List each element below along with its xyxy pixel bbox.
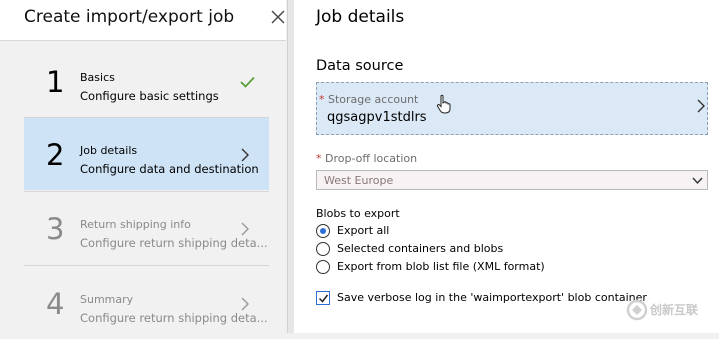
step-subtitle: Configure return shipping deta... (80, 236, 268, 250)
step-number: 2 (46, 138, 65, 172)
radio-label: Selected containers and blobs (337, 242, 504, 255)
checkmark-icon (240, 76, 255, 88)
storage-account-value: qgsagpv1stdlrs (327, 110, 427, 125)
step-title: Basics (80, 71, 115, 84)
step-number: 3 (46, 212, 65, 246)
step-subtitle: Configure data and destination (80, 162, 259, 176)
wizard-step-job-details[interactable]: 2 Job details Configure data and destina… (24, 118, 269, 190)
panel-divider (287, 0, 294, 333)
dropoff-location-select[interactable]: West Europe (316, 170, 708, 190)
radio-button[interactable] (316, 260, 330, 274)
step-title: Job details (80, 144, 138, 157)
checkmark-icon (318, 294, 328, 303)
wizard-title: Create import/export job (24, 7, 235, 27)
step-number: 4 (46, 287, 65, 321)
dropoff-location-label: * Drop-off location (316, 152, 418, 165)
storage-account-label: * Storage account (319, 93, 419, 106)
verbose-log-checkbox[interactable] (316, 291, 330, 305)
step-number: 1 (46, 65, 65, 99)
job-details-panel: Job details Data source * Storage accoun… (294, 0, 719, 333)
wizard-step-return-shipping[interactable]: 3 Return shipping info Configure return … (24, 192, 269, 264)
step-title: Summary (80, 293, 134, 306)
chevron-right-icon (697, 99, 705, 113)
step-subtitle: Configure return shipping deta... (80, 311, 268, 325)
required-asterisk: * (319, 93, 328, 106)
hand-cursor-icon (436, 94, 451, 114)
logo-icon (626, 299, 648, 321)
radio-button[interactable] (316, 242, 330, 256)
watermark-logo: 创新互联 (624, 296, 716, 324)
chevron-right-icon (241, 222, 249, 236)
radio-button[interactable] (316, 224, 330, 238)
section-title: Data source (316, 58, 404, 74)
page-title: Job details (316, 7, 405, 27)
step-divider (24, 265, 269, 266)
radio-label: Export from blob list file (XML format) (337, 260, 545, 273)
verbose-log-label: Save verbose log in the 'waimportexport'… (337, 291, 647, 304)
watermark-text: 创新互联 (650, 303, 699, 317)
chevron-right-icon (241, 148, 249, 162)
radio-label: Export all (337, 224, 390, 237)
step-title: Return shipping info (80, 218, 191, 231)
wizard-header: Create import/export job (0, 0, 286, 41)
dropoff-location-value: West Europe (324, 174, 394, 187)
wizard-step-basics[interactable]: 1 Basics Configure basic settings (24, 45, 269, 117)
close-icon[interactable] (268, 7, 288, 27)
chevron-down-icon (692, 177, 703, 185)
required-asterisk: * (316, 152, 325, 165)
chevron-right-icon (241, 297, 249, 311)
storage-account-picker[interactable]: * Storage account qgsagpv1stdlrs (316, 82, 708, 135)
blobs-to-export-label: Blobs to export (316, 207, 400, 220)
step-subtitle: Configure basic settings (80, 89, 219, 103)
wizard-step-summary[interactable]: 4 Summary Configure return shipping deta… (24, 267, 269, 339)
wizard-panel: Create import/export job 1 Basics Config… (0, 0, 286, 333)
